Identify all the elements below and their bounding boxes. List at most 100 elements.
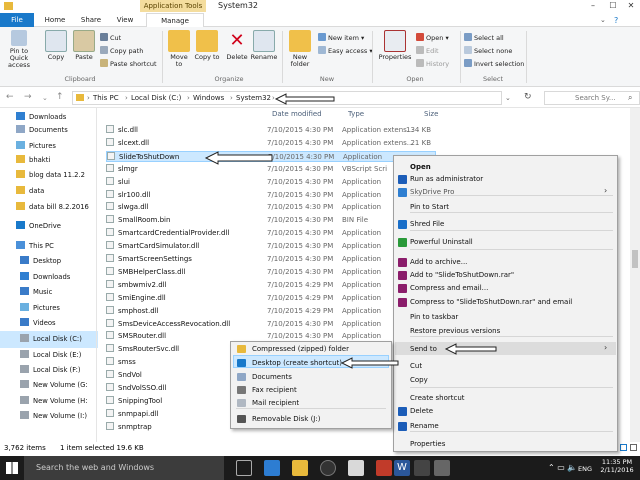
menu-item[interactable]: Create shortcut xyxy=(410,392,465,405)
app-icon[interactable] xyxy=(348,460,364,476)
table-row[interactable]: SmartcardCredentialProvider.dll 7/10/2015… xyxy=(106,228,436,239)
menu-item[interactable]: Pin to taskbar xyxy=(410,311,458,324)
copy-path-button[interactable]: Copy path xyxy=(100,46,143,57)
breadcrumb-local-disk[interactable]: Local Disk (C:) xyxy=(131,94,181,102)
chevron-down-icon[interactable]: ⌄ xyxy=(42,94,48,102)
copy-button[interactable]: Copy xyxy=(44,30,68,61)
menu-item[interactable]: Shred File xyxy=(410,218,444,231)
tab-manage[interactable]: Manage xyxy=(146,13,204,27)
nav-item[interactable]: blog data 11.2.2 xyxy=(0,167,98,184)
table-row[interactable]: slcext.dll 7/10/2015 4:30 PM Application e… xyxy=(106,137,436,149)
windows-start-icon[interactable] xyxy=(6,462,18,474)
nav-item[interactable]: Videos xyxy=(0,315,98,332)
language-indicator[interactable]: ENG xyxy=(578,465,592,473)
tray-icons[interactable]: ⌃ ▭ 🔈 xyxy=(548,463,577,472)
paste-button[interactable]: Paste xyxy=(72,30,96,61)
delete-button[interactable]: ✕ Delete xyxy=(224,30,250,61)
menu-item[interactable]: Properties xyxy=(410,438,445,451)
menu-item[interactable]: Add to archive... xyxy=(410,256,467,269)
menu-item[interactable]: Cut xyxy=(410,360,422,373)
menu-item[interactable]: Powerful Uninstall xyxy=(410,236,473,249)
select-none-button[interactable]: Select none xyxy=(464,46,512,57)
submenu-item[interactable]: Removable Disk (J:) xyxy=(252,413,320,425)
easy-access-button[interactable]: Easy access ▾ xyxy=(318,46,373,57)
menu-item[interactable]: Restore previous versions xyxy=(410,325,500,338)
nav-item[interactable]: data xyxy=(0,183,98,200)
table-row[interactable]: slr100.dll 7/10/2015 4:30 PM Application xyxy=(106,189,436,201)
maximize-button[interactable]: ☐ xyxy=(604,0,622,12)
table-row[interactable]: smphost.dll 7/10/2015 4:29 PM Application xyxy=(106,305,436,317)
menu-item[interactable]: Add to "SlideToShutDown.rar" xyxy=(410,269,514,282)
new-item-button[interactable]: New item ▾ xyxy=(318,33,364,44)
nav-item[interactable]: data bill 8.2.2016 xyxy=(0,199,98,216)
ccleaner-icon[interactable] xyxy=(320,460,336,476)
chevron-down-icon[interactable]: ⌄ xyxy=(600,16,606,24)
table-row[interactable]: slwga.dll 7/10/2015 4:30 PM Application xyxy=(106,202,436,213)
tab-view[interactable]: View xyxy=(110,13,140,27)
menu-item[interactable]: Send to xyxy=(410,343,437,356)
table-row[interactable]: slui 7/10/2015 4:30 PM Application xyxy=(106,176,436,188)
table-row[interactable]: SmartScreenSettings 7/10/2015 4:30 PM Appl… xyxy=(106,254,436,265)
column-header-size[interactable]: Size xyxy=(424,110,438,118)
menu-item[interactable]: Delete xyxy=(410,405,433,418)
nav-item[interactable]: Music xyxy=(0,284,98,301)
forward-arrow-icon[interactable]: → xyxy=(24,92,32,102)
breadcrumb-system32[interactable]: System32 xyxy=(236,94,271,102)
nav-item[interactable]: OneDrive xyxy=(0,218,98,235)
menu-item[interactable]: Compress and email... xyxy=(410,282,488,295)
column-header-type[interactable]: Type xyxy=(348,110,364,118)
nav-item[interactable]: Desktop xyxy=(0,253,98,270)
tab-file[interactable]: File xyxy=(0,13,34,27)
close-button[interactable]: ✕ xyxy=(622,0,640,12)
cut-button[interactable]: Cut xyxy=(100,33,121,44)
large-icons-view-icon[interactable] xyxy=(630,444,637,451)
submenu-item[interactable]: Fax recipient xyxy=(252,384,297,396)
edge-icon[interactable] xyxy=(264,460,280,476)
nav-item[interactable]: New Volume (G: xyxy=(0,377,98,394)
clock[interactable]: 11:35 PM 2/11/2016 xyxy=(596,458,638,474)
menu-item[interactable]: Run as administrator xyxy=(410,173,483,186)
nav-item[interactable]: Local Disk (C:) xyxy=(0,331,98,348)
menu-item[interactable]: SkyDrive Pro xyxy=(410,186,454,199)
chevron-down-icon[interactable]: ⌄ xyxy=(505,94,511,102)
nav-item[interactable]: New Volume (I:) xyxy=(0,408,98,425)
breadcrumb-windows[interactable]: Windows xyxy=(193,94,224,102)
back-arrow-icon[interactable]: ← xyxy=(6,92,14,102)
table-row[interactable]: slc.dll 7/10/2015 4:30 PM Application exte… xyxy=(106,125,436,136)
open-button[interactable]: Open ▾ xyxy=(416,33,449,44)
history-button[interactable]: History xyxy=(416,59,449,70)
select-all-button[interactable]: Select all xyxy=(464,33,504,44)
submenu-item[interactable]: Desktop (create shortcut) xyxy=(252,357,342,369)
table-row[interactable]: SmiEngine.dll 7/10/2015 4:29 PM Applicatio… xyxy=(106,292,436,304)
new-folder-button[interactable]: New folder xyxy=(286,30,314,68)
minimize-button[interactable]: – xyxy=(584,0,602,12)
menu-item[interactable]: Compress to "SlideToShutDown.rar" and em… xyxy=(410,296,572,309)
tab-share[interactable]: Share xyxy=(76,13,106,27)
up-arrow-icon[interactable]: ↑ xyxy=(56,92,64,102)
menu-item[interactable]: Copy xyxy=(410,374,428,387)
details-view-icon[interactable] xyxy=(620,444,627,451)
properties-button[interactable]: Properties xyxy=(376,30,414,61)
submenu-item[interactable]: Compressed (zipped) folder xyxy=(252,343,349,355)
table-row[interactable]: slmgr 7/10/2015 4:30 PM VBScript Scri xyxy=(106,163,436,175)
pin-quick-access-button[interactable]: Pin to Quick access xyxy=(2,30,36,69)
table-row[interactable]: SmsDeviceAccessRevocation.dll 7/10/2015 4… xyxy=(106,318,436,330)
refresh-icon[interactable]: ↻ xyxy=(524,92,532,102)
app-icon[interactable] xyxy=(376,460,392,476)
search-input[interactable]: Search Sy... xyxy=(544,91,640,105)
invert-selection-button[interactable]: Invert selection xyxy=(464,59,524,70)
scrollbar-thumb[interactable] xyxy=(632,250,638,268)
help-icon[interactable]: ? xyxy=(614,16,618,25)
app-icon[interactable] xyxy=(414,460,430,476)
rename-button[interactable]: Rename xyxy=(250,30,278,61)
word-icon[interactable]: W xyxy=(394,460,410,476)
table-row[interactable]: smbwmiv2.dll 7/10/2015 4:29 PM Application xyxy=(106,279,436,291)
paste-shortcut-button[interactable]: Paste shortcut xyxy=(100,59,157,70)
submenu-item[interactable]: Documents xyxy=(252,371,292,383)
table-row[interactable]: SMBHelperClass.dll 7/10/2015 4:30 PM Appli… xyxy=(106,266,436,278)
app-icon[interactable] xyxy=(434,460,450,476)
copy-to-button[interactable]: Copy to xyxy=(194,30,220,61)
scrollbar[interactable] xyxy=(630,108,640,442)
column-header-date[interactable]: Date modified xyxy=(272,110,322,118)
nav-item[interactable]: Documents xyxy=(0,122,98,139)
